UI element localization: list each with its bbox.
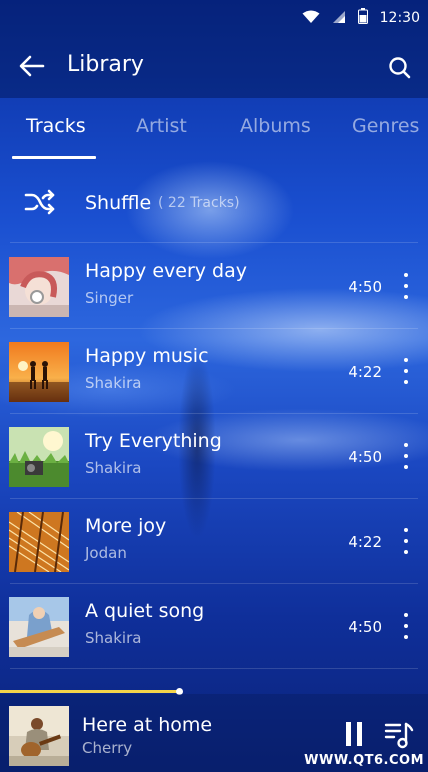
- status-bar: 12:30: [0, 0, 428, 34]
- shuffle-label: Shuffle: [85, 192, 152, 214]
- search-icon: [389, 57, 411, 79]
- tab-albums[interactable]: Albums: [240, 115, 311, 137]
- album-art: [9, 512, 69, 572]
- now-playing-title: Here at home: [82, 714, 213, 736]
- more-options-button[interactable]: [398, 613, 414, 639]
- track-title: Happy music: [85, 345, 209, 367]
- track-row[interactable]: A quiet song Shakira 4:50: [0, 583, 428, 668]
- album-art: [9, 257, 69, 317]
- pause-icon: [346, 722, 351, 746]
- album-art: [9, 342, 69, 402]
- track-row[interactable]: Happy music Shakira 4:22: [0, 328, 428, 413]
- track-row[interactable]: Try Everything Shakira 4:50: [0, 413, 428, 498]
- track-row[interactable]: Happy every day Singer 4:50: [0, 243, 428, 328]
- tab-artist[interactable]: Artist: [136, 115, 187, 137]
- playlist-icon: [384, 722, 414, 749]
- wifi-icon: [302, 9, 320, 28]
- track-duration: 4:22: [348, 533, 382, 551]
- page-title: Library: [67, 52, 144, 77]
- now-playing-artist: Cherry: [82, 739, 133, 757]
- album-art: [9, 597, 69, 657]
- more-options-button[interactable]: [398, 528, 414, 554]
- track-artist: Shakira: [85, 459, 142, 477]
- track-duration: 4:50: [348, 278, 382, 296]
- track-artist: Shakira: [85, 374, 142, 392]
- track-artist: Singer: [85, 289, 134, 307]
- track-duration: 4:50: [348, 448, 382, 466]
- track-artist: Shakira: [85, 629, 142, 647]
- more-options-button[interactable]: [398, 273, 414, 299]
- more-options-button[interactable]: [398, 443, 414, 469]
- arrow-left-icon: [19, 55, 45, 77]
- app-bar: Library: [0, 34, 428, 98]
- track-title: Happy every day: [85, 260, 248, 282]
- track-title: A quiet song: [85, 600, 205, 622]
- pause-button[interactable]: [342, 722, 366, 748]
- tab-genres[interactable]: Genres: [352, 115, 419, 137]
- playback-progress-bar[interactable]: [0, 690, 180, 693]
- back-button[interactable]: [14, 50, 50, 82]
- tab-indicator: [12, 156, 96, 159]
- track-title: Try Everything: [85, 430, 222, 452]
- track-title: More joy: [85, 515, 167, 537]
- album-art: [9, 427, 69, 487]
- playlist-button[interactable]: [384, 720, 414, 750]
- track-row[interactable]: More joy Jodan 4:22: [0, 498, 428, 583]
- shuffle-icon: [24, 188, 56, 220]
- watermark: WWW.QT6.COM: [304, 753, 424, 768]
- tab-tracks[interactable]: Tracks: [26, 115, 86, 137]
- search-button[interactable]: [384, 52, 416, 84]
- shuffle-row[interactable]: Shuffle ( 22 Tracks): [0, 172, 428, 234]
- signal-icon: [332, 9, 346, 28]
- now-playing-album-art: [9, 706, 69, 766]
- more-options-button[interactable]: [398, 358, 414, 384]
- shuffle-track-count: ( 22 Tracks): [158, 195, 240, 211]
- battery-icon: [357, 8, 368, 28]
- track-duration: 4:22: [348, 363, 382, 381]
- track-artist: Jodan: [85, 544, 127, 562]
- tab-bar: Tracks Artist Albums Genres: [0, 98, 428, 160]
- track-duration: 4:50: [348, 618, 382, 636]
- status-time: 12:30: [379, 10, 420, 26]
- divider: [10, 668, 418, 669]
